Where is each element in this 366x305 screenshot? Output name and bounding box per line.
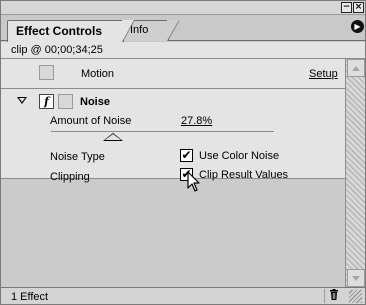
amount-slider-thumb-icon[interactable] [102,133,123,141]
amount-of-noise-value[interactable]: 27.8% [181,115,212,127]
effect-count-label: 1 Effect [11,291,49,303]
effect-controls-panel: − × Effect Controls Info ▶ clip @ 00;00;… [0,0,366,305]
motion-label: Motion [81,68,115,80]
clip-timecode-label: clip @ 00;00;34;25 [11,44,103,56]
scroll-up-arrow-icon[interactable] [347,59,365,77]
noise-effect-title: Noise [80,96,110,108]
setup-link[interactable]: Setup [309,68,338,80]
mouse-pointer-icon [187,171,200,192]
trash-icon[interactable] [324,289,342,303]
status-bar: 1 Effect [1,287,365,304]
palette-title-bar[interactable]: − × [1,1,365,15]
minimize-button[interactable]: − [341,2,352,13]
effect-enable-fx-toggle[interactable]: f [39,94,54,109]
use-color-noise-label: Use Color Noise [199,150,280,162]
clip-timecode-header: clip @ 00;00;34;25 [1,42,365,59]
effect-keyframe-toggle[interactable] [58,94,73,109]
resize-grip-icon[interactable] [349,290,362,303]
close-button[interactable]: × [353,2,364,13]
noise-type-label: Noise Type [50,151,105,163]
motion-effect-row[interactable]: Motion Setup [1,59,345,89]
clip-result-values-label: Clip Result Values [199,169,289,181]
effect-list: Motion Setup f Noise Amount of Noise 27.… [1,59,345,287]
vertical-scrollbar[interactable] [345,59,365,287]
amount-slider-track[interactable] [51,131,274,132]
twirl-down-triangle-icon[interactable] [17,97,27,104]
amount-of-noise-label: Amount of Noise [50,115,132,127]
use-color-noise-checkbox[interactable]: ✔ [180,149,193,162]
scroll-down-arrow-icon[interactable] [347,269,365,287]
motion-enable-toggle[interactable] [39,65,54,80]
panel-menu-arrow-icon[interactable]: ▶ [351,20,364,33]
noise-effect-block: f Noise Amount of Noise 27.8% Noise Type… [1,89,345,183]
tab-bar: Effect Controls Info ▶ [1,15,365,42]
clipping-label: Clipping [50,171,90,183]
tab-effect-controls[interactable]: Effect Controls [7,20,134,42]
trash-can-icon [329,289,338,300]
